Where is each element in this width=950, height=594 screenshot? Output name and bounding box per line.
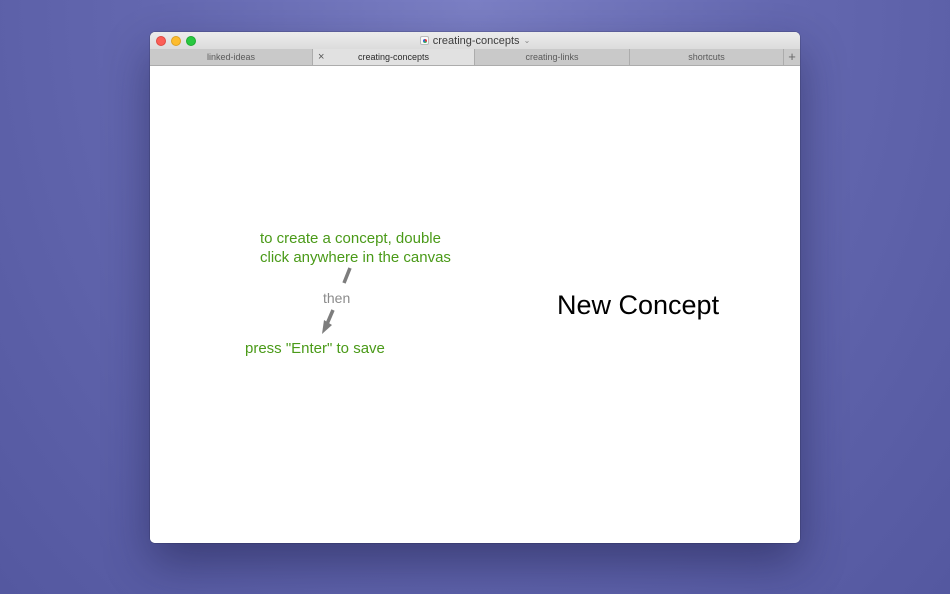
window-title: creating-concepts: [432, 35, 520, 47]
window-title-area[interactable]: creating-concepts ⌄: [150, 33, 800, 49]
tab-bar: linked-ideas × creating-concepts creatin…: [150, 49, 800, 66]
tab-linked-ideas[interactable]: linked-ideas: [150, 49, 313, 65]
chevron-down-icon[interactable]: ⌄: [524, 36, 531, 45]
new-concept-node[interactable]: New Concept: [557, 290, 719, 321]
create-concept-hint-line2[interactable]: click anywhere in the canvas: [260, 248, 451, 267]
tab-label: creating-concepts: [357, 52, 430, 62]
create-concept-hint-line1[interactable]: to create a concept, double: [260, 229, 441, 248]
arrow-line-top: [342, 267, 352, 284]
concept-canvas[interactable]: to create a concept, double click anywhe…: [150, 66, 800, 543]
then-label[interactable]: then: [323, 290, 350, 306]
document-icon: [419, 36, 429, 45]
title-bar[interactable]: creating-concepts ⌄: [150, 32, 800, 49]
tab-creating-links[interactable]: creating-links: [475, 49, 630, 65]
save-hint[interactable]: press "Enter" to save: [245, 339, 385, 358]
tab-shortcuts[interactable]: shortcuts: [630, 49, 784, 65]
tab-label: shortcuts: [688, 52, 725, 62]
tab-label: creating-links: [525, 52, 579, 62]
close-tab-icon[interactable]: ×: [318, 49, 324, 65]
add-tab-button[interactable]: +: [784, 49, 800, 65]
arrow-head-icon: [322, 320, 332, 334]
arrow-line-bottom: [325, 309, 335, 325]
tab-label: linked-ideas: [206, 52, 256, 62]
app-window: creating-concepts ⌄ linked-ideas × creati…: [150, 32, 800, 543]
tab-creating-concepts[interactable]: × creating-concepts: [313, 49, 475, 65]
